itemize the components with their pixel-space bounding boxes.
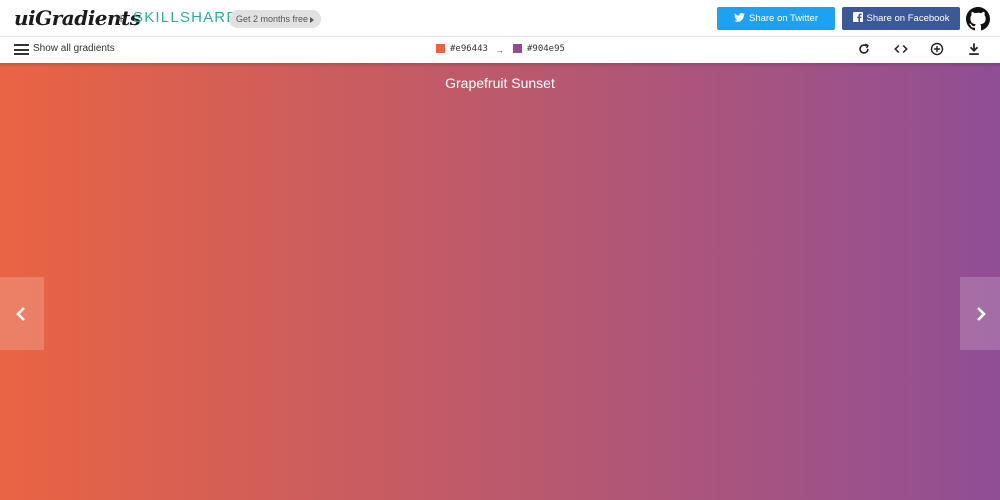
promo-badge[interactable]: Get 2 months free [229,10,322,28]
color-hex-to[interactable]: #904e95 [527,44,565,54]
chevron-left-icon [16,307,25,321]
twitter-icon [734,12,745,22]
code-icon[interactable] [894,42,908,56]
skillshare-logo[interactable]: SKILLSHARE [133,9,238,26]
top-bar: uiGradients + SKILLSHARE Get 2 months fr… [0,0,1000,37]
download-icon[interactable] [967,42,981,56]
next-gradient-button[interactable] [960,277,1000,350]
color-hex-from[interactable]: #e96443 [450,44,488,54]
previous-gradient-button[interactable] [0,277,44,350]
rotate-icon[interactable] [857,42,871,56]
toolbar: Show all gradients #e96443 → #904e95 [0,37,1000,63]
facebook-label: Share on Facebook [866,13,950,24]
plus-separator: + [117,10,126,26]
share-facebook-button[interactable]: Share on Facebook [842,7,960,30]
github-icon[interactable] [966,7,990,31]
chevron-right-icon [977,307,986,321]
color-swatch-to [513,44,522,53]
play-arrow-icon [310,16,315,23]
show-all-gradients-link[interactable]: Show all gradients [33,43,115,54]
gradient-name: Grapefruit Sunset [445,75,555,91]
twitter-label: Share on Twitter [748,13,818,24]
gradient-preview: Grapefruit Sunset [0,63,1000,500]
facebook-icon [852,12,863,23]
promo-label: Get 2 months free [236,14,309,24]
share-twitter-button[interactable]: Share on Twitter [717,7,835,30]
menu-icon[interactable] [14,44,29,55]
color-swatch-from [436,44,445,53]
add-icon[interactable] [930,42,944,56]
arrow-icon: → [495,45,504,55]
